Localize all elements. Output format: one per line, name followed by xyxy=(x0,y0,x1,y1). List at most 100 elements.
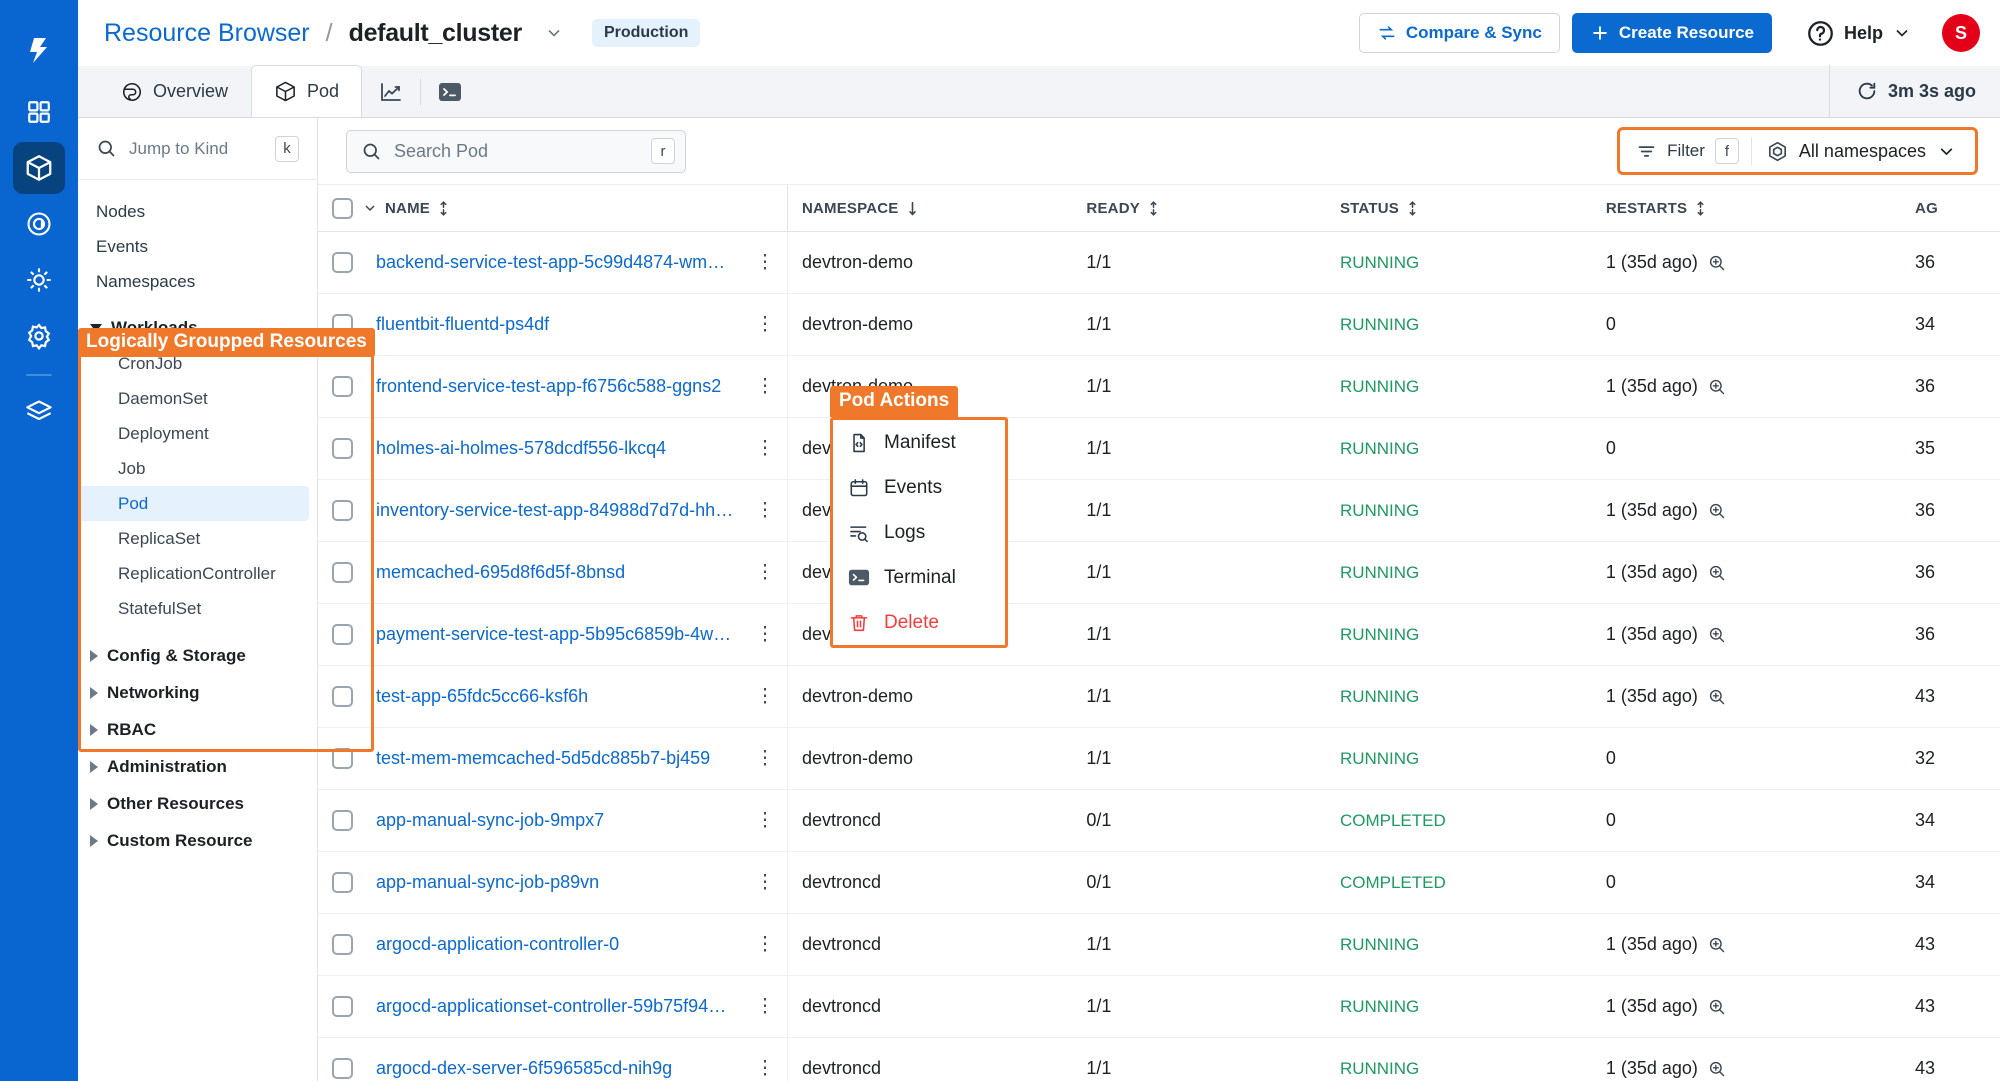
row-actions-kebab-icon[interactable]: ⋮ xyxy=(751,811,779,830)
rail-item-targets[interactable] xyxy=(13,198,65,250)
column-header-age[interactable]: AG xyxy=(1901,184,2000,232)
row-checkbox[interactable] xyxy=(332,500,353,521)
search-pod-input[interactable]: Search Pod r xyxy=(346,129,686,173)
restart-detail-zoom-icon[interactable] xyxy=(1707,687,1727,707)
sort-both-icon[interactable] xyxy=(1406,200,1419,216)
pod-action-delete[interactable]: Delete xyxy=(833,600,1005,645)
table-row[interactable]: memcached-695d8f6d5f-8bnsd⋮devtron-demo1… xyxy=(318,541,2000,604)
sidebar-item-namespaces[interactable]: Namespaces xyxy=(78,264,317,299)
restart-detail-zoom-icon[interactable] xyxy=(1707,253,1727,273)
row-actions-kebab-icon[interactable]: ⋮ xyxy=(751,563,779,582)
row-checkbox[interactable] xyxy=(332,872,353,893)
pod-action-manifest[interactable]: Manifest xyxy=(833,420,1005,465)
restart-detail-zoom-icon[interactable] xyxy=(1707,377,1727,397)
tab-monitoring[interactable] xyxy=(362,65,420,117)
pod-action-logs[interactable]: Logs xyxy=(833,510,1005,555)
rail-item-global-config[interactable] xyxy=(13,310,65,362)
table-row[interactable]: argocd-application-controller-0 ⋮ devtronc… xyxy=(318,913,2000,976)
sidebar-group-networking[interactable]: Networking xyxy=(78,674,317,711)
table-row[interactable]: test-app-65fdc5cc66-ksf6h ⋮ devtron-demo 1/… xyxy=(318,665,2000,728)
sidebar-group-other-resources[interactable]: Other Resources xyxy=(78,785,317,822)
pod-name-link[interactable]: payment-service-test-app-5b95c6859b-4w… xyxy=(376,624,751,645)
pod-name-link[interactable]: argocd-application-controller-0 xyxy=(376,934,751,955)
column-header-ready[interactable]: READY xyxy=(1072,184,1326,232)
compare-and-sync-button[interactable]: Compare & Sync xyxy=(1358,13,1560,53)
row-actions-kebab-icon[interactable]: ⋮ xyxy=(751,1059,779,1078)
table-row[interactable]: inventory-service-test-app-84988d7d7d-hh… xyxy=(318,479,2000,542)
row-actions-kebab-icon[interactable]: ⋮ xyxy=(751,935,779,954)
cluster-chevron-down-icon[interactable] xyxy=(544,23,564,43)
pod-name-link[interactable]: frontend-service-test-app-f6756c588-ggns… xyxy=(376,376,751,397)
column-header-status[interactable]: STATUS xyxy=(1325,184,1592,232)
row-actions-kebab-icon[interactable]: ⋮ xyxy=(751,501,779,520)
filter-button[interactable]: Filter f xyxy=(1624,131,1751,171)
pod-action-terminal[interactable]: Terminal xyxy=(833,555,1005,600)
row-checkbox[interactable] xyxy=(332,1058,353,1079)
restart-detail-zoom-icon[interactable] xyxy=(1707,501,1727,521)
table-row[interactable]: argocd-applicationset-controller-59b75f9… xyxy=(318,975,2000,1038)
restart-detail-zoom-icon[interactable] xyxy=(1707,625,1727,645)
restart-detail-zoom-icon[interactable] xyxy=(1707,1059,1727,1079)
pod-name-link[interactable]: backend-service-test-app-5c99d4874-wm… xyxy=(376,252,751,273)
sidebar-item-job[interactable]: Job xyxy=(78,451,309,486)
row-actions-kebab-icon[interactable]: ⋮ xyxy=(751,315,779,334)
row-actions-kebab-icon[interactable]: ⋮ xyxy=(751,377,779,396)
row-checkbox[interactable] xyxy=(332,934,353,955)
tab-pod[interactable]: Pod xyxy=(251,65,363,117)
pod-name-link[interactable]: memcached-695d8f6d5f-8bnsd xyxy=(376,562,751,583)
sort-both-icon[interactable] xyxy=(1147,200,1160,216)
namespace-selector[interactable]: All namespaces xyxy=(1752,131,1971,171)
pod-name-link[interactable]: holmes-ai-holmes-578dcdf556-lkcq4 xyxy=(376,438,751,459)
row-actions-kebab-icon[interactable]: ⋮ xyxy=(751,873,779,892)
devtron-logo[interactable] xyxy=(0,14,78,86)
restart-detail-zoom-icon[interactable] xyxy=(1707,997,1727,1017)
pod-name-link[interactable]: test-mem-memcached-5d5dc885b7-bj459 xyxy=(376,748,751,769)
column-header-restarts[interactable]: RESTARTS xyxy=(1591,184,1902,232)
sidebar-group-rbac[interactable]: RBAC xyxy=(78,711,317,748)
breadcrumb-resource-browser[interactable]: Resource Browser xyxy=(104,19,310,48)
row-actions-kebab-icon[interactable]: ⋮ xyxy=(751,625,779,644)
sort-desc-icon[interactable] xyxy=(906,201,919,216)
row-actions-kebab-icon[interactable]: ⋮ xyxy=(751,439,779,458)
rail-item-helm-charts[interactable] xyxy=(13,254,65,306)
table-row[interactable]: app-manual-sync-job-9mpx7 ⋮ devtroncd 0/1 CO… xyxy=(318,789,2000,852)
jump-to-kind-search[interactable]: Jump to Kind k xyxy=(78,118,317,180)
table-row[interactable]: test-mem-memcached-5d5dc885b7-bj459 ⋮ devt… xyxy=(318,727,2000,790)
row-checkbox[interactable] xyxy=(332,996,353,1017)
select-all-chevron-down-icon[interactable] xyxy=(362,200,378,216)
table-row[interactable]: frontend-service-test-app-f6756c588-ggns… xyxy=(318,355,2000,418)
pod-name-link[interactable]: app-manual-sync-job-9mpx7 xyxy=(376,810,751,831)
row-checkbox[interactable] xyxy=(332,810,353,831)
sidebar-item-deployment[interactable]: Deployment xyxy=(78,416,309,451)
row-checkbox[interactable] xyxy=(332,438,353,459)
sidebar-item-events[interactable]: Events xyxy=(78,229,317,264)
table-row[interactable]: payment-service-test-app-5b95c6859b-4w… ⋮… xyxy=(318,603,2000,666)
rail-item-resource-browser[interactable] xyxy=(13,142,65,194)
row-checkbox[interactable] xyxy=(332,624,353,645)
row-actions-kebab-icon[interactable]: ⋮ xyxy=(751,997,779,1016)
table-row[interactable]: backend-service-test-app-5c99d4874-wm… ⋮ d… xyxy=(318,231,2000,294)
sidebar-item-daemonset[interactable]: DaemonSet xyxy=(78,381,309,416)
restart-detail-zoom-icon[interactable] xyxy=(1707,935,1727,955)
tab-overview[interactable]: Overview xyxy=(98,65,251,117)
sidebar-item-statefulset[interactable]: StatefulSet xyxy=(78,591,309,626)
sidebar-item-nodes[interactable]: Nodes xyxy=(78,194,317,229)
select-all-checkbox[interactable] xyxy=(332,197,353,219)
pod-name-link[interactable]: fluentbit-fluentd-ps4df xyxy=(376,314,751,335)
column-header-name[interactable]: NAME xyxy=(318,184,788,232)
row-checkbox[interactable] xyxy=(332,686,353,707)
table-row[interactable]: holmes-ai-holmes-578dcdf556-lkcq4⋮devtro… xyxy=(318,417,2000,480)
create-resource-button[interactable]: Create Resource xyxy=(1571,13,1772,53)
tab-terminal[interactable] xyxy=(421,65,479,117)
pod-action-events[interactable]: Events xyxy=(833,465,1005,510)
pod-name-link[interactable]: test-app-65fdc5cc66-ksf6h xyxy=(376,686,751,707)
sidebar-group-custom-resource[interactable]: Custom Resource xyxy=(78,822,317,859)
row-checkbox[interactable] xyxy=(332,252,353,273)
rail-item-stack-manager[interactable] xyxy=(13,386,65,438)
row-actions-kebab-icon[interactable]: ⋮ xyxy=(751,253,779,272)
sidebar-item-pod[interactable]: Pod xyxy=(78,486,309,521)
avatar[interactable]: S xyxy=(1942,14,1980,52)
pod-name-link[interactable]: argocd-dex-server-6f596585cd-nih9g xyxy=(376,1058,751,1079)
help-menu[interactable]: Help xyxy=(1806,19,1912,48)
sidebar-item-replicationcontroller[interactable]: ReplicationController xyxy=(78,556,309,591)
